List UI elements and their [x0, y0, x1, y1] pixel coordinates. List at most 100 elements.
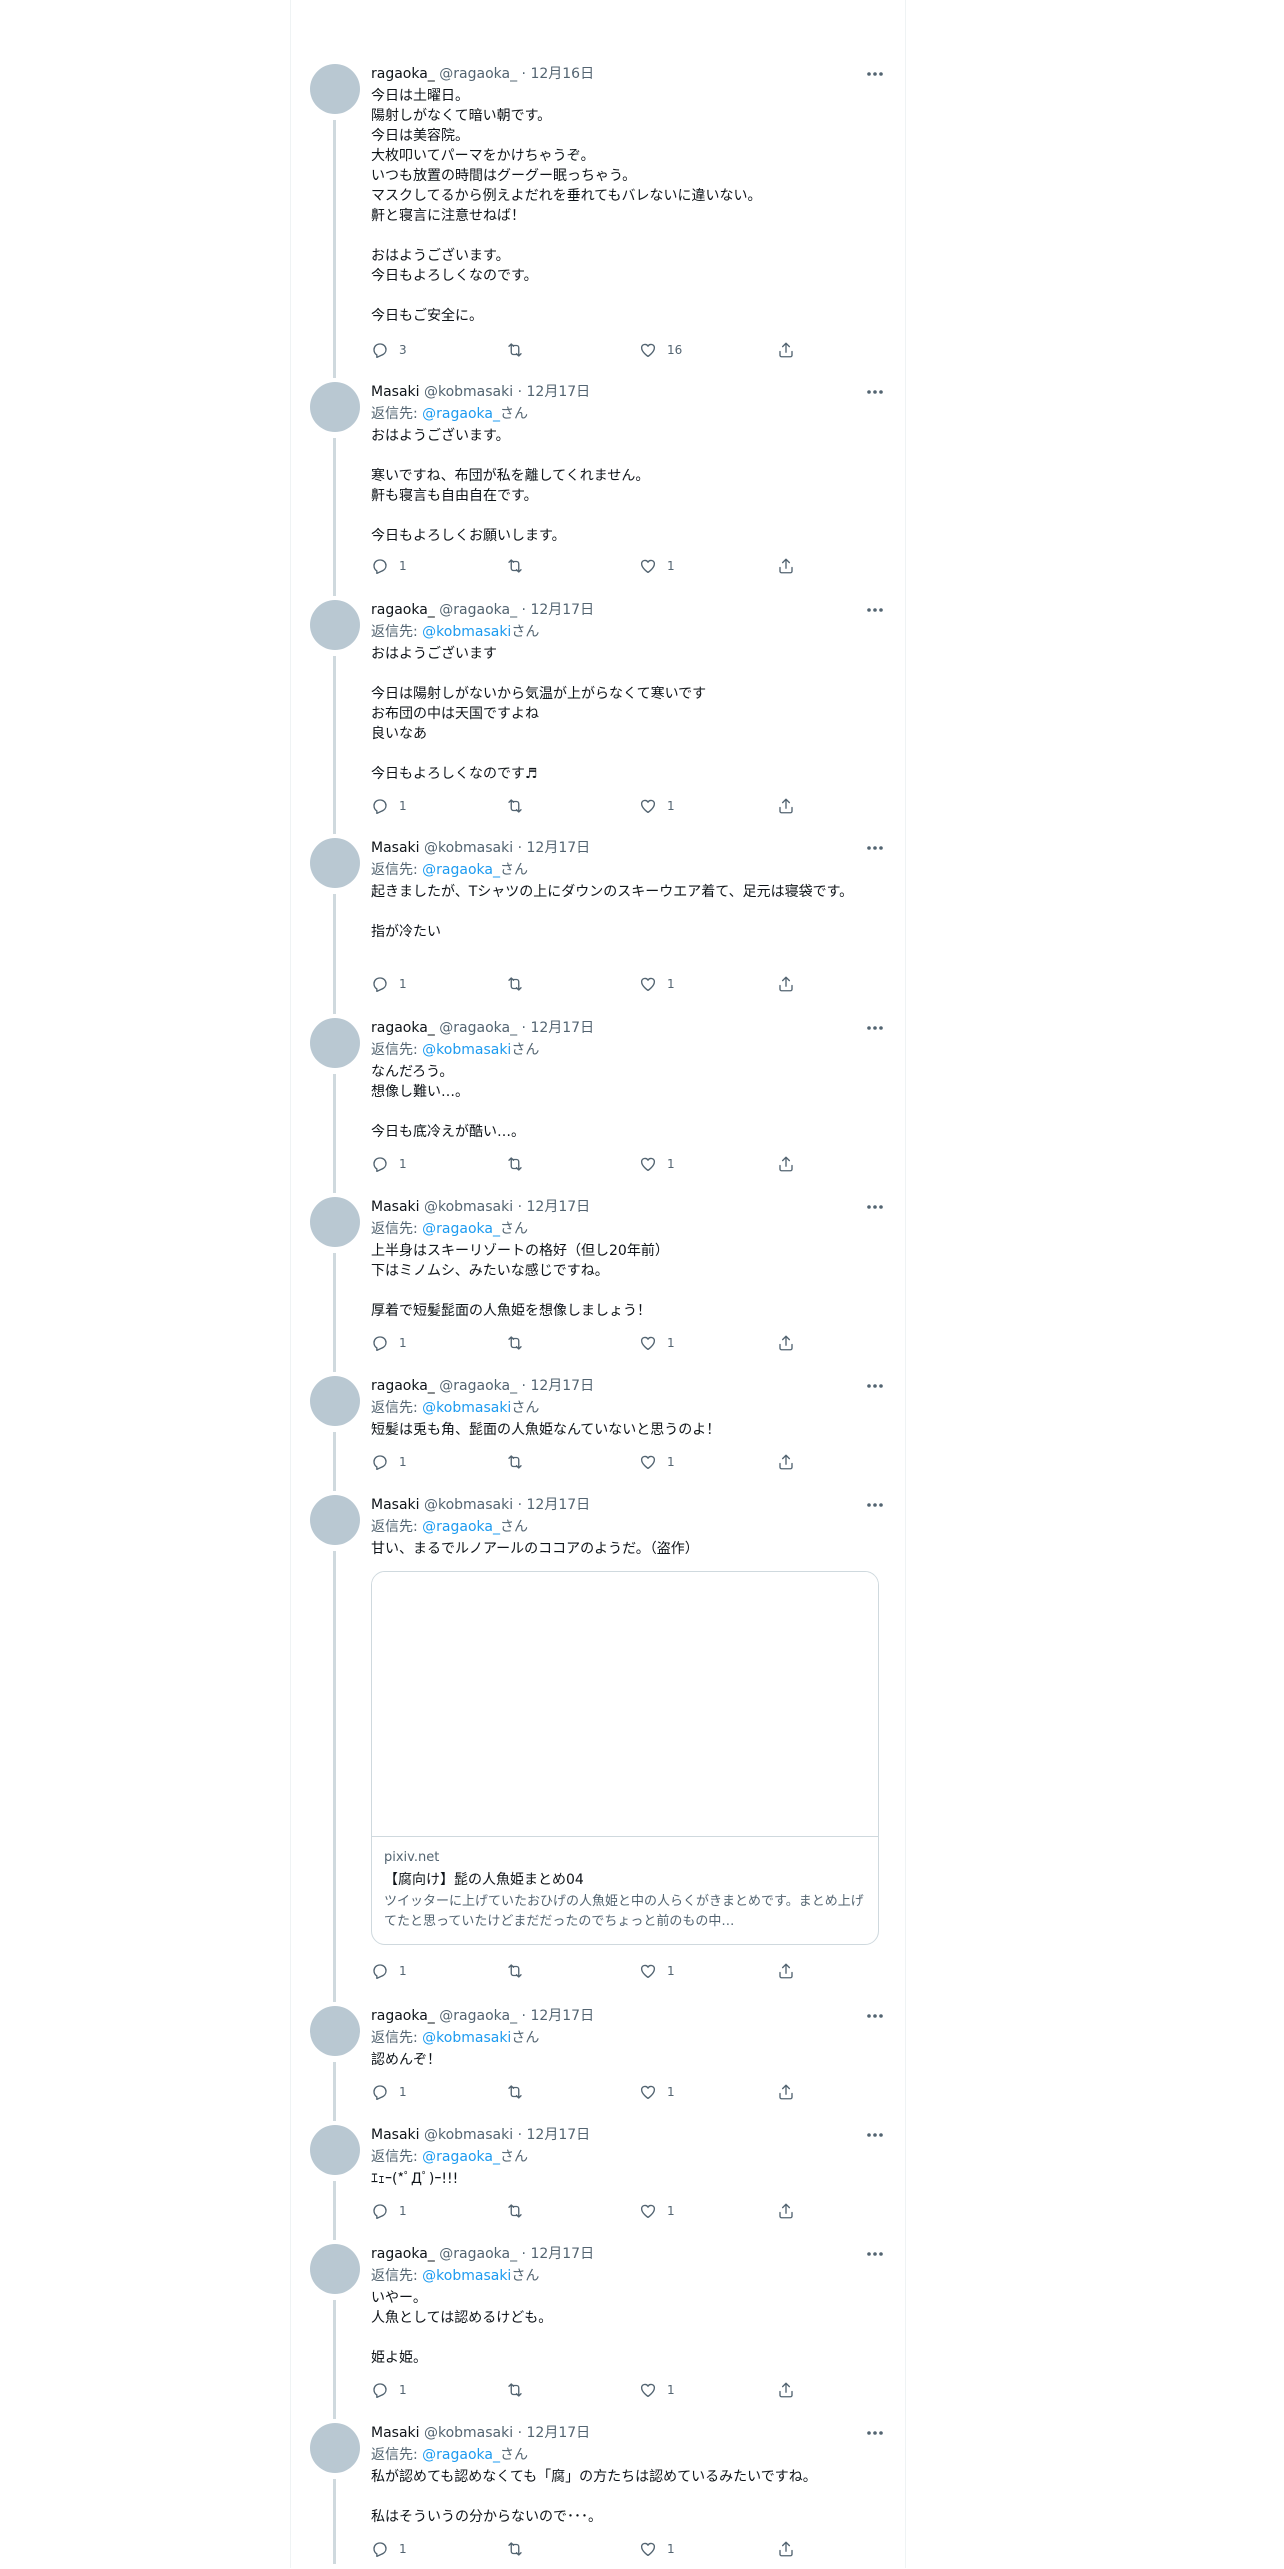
share-icon[interactable]: [777, 1962, 795, 1980]
more-icon[interactable]: [863, 1199, 887, 1215]
tweet-date[interactable]: 12月17日: [527, 840, 591, 856]
author-handle[interactable]: @kobmasaki: [424, 840, 513, 856]
retweet-button[interactable]: [505, 2380, 525, 2400]
tweet[interactable]: ragaoka_ @ragaoka_ · 12月17日 返信先: @kobmasa…: [291, 1376, 907, 1495]
retweet-icon[interactable]: [505, 1962, 525, 1980]
share-button[interactable]: [777, 974, 795, 994]
heart-icon[interactable]: [639, 797, 657, 815]
retweet-button[interactable]: [505, 974, 525, 994]
author-name[interactable]: Masaki: [371, 2425, 420, 2441]
like-button[interactable]: 1: [639, 2082, 675, 2102]
reply-icon[interactable]: [371, 341, 389, 359]
reply-button[interactable]: 3: [371, 340, 407, 360]
avatar[interactable]: [310, 1495, 360, 1545]
retweet-icon[interactable]: [505, 557, 525, 575]
tweet-date[interactable]: 12月17日: [527, 1199, 591, 1215]
like-button[interactable]: 1: [639, 1961, 675, 1981]
reply-button[interactable]: 1: [371, 796, 407, 816]
tweet[interactable]: Masaki @kobmasaki · 12月17日 返信先: @ragaoka_…: [291, 1495, 907, 2006]
reply-icon[interactable]: [371, 557, 389, 575]
retweet-button[interactable]: [505, 1961, 525, 1981]
reply-to-handle-link[interactable]: @kobmasaki: [422, 624, 511, 640]
reply-to-handle-link[interactable]: @kobmasaki: [422, 1400, 511, 1416]
avatar[interactable]: [310, 2125, 360, 2175]
reply-to-handle-link[interactable]: @kobmasaki: [422, 2030, 511, 2046]
retweet-button[interactable]: [505, 340, 525, 360]
share-icon[interactable]: [777, 557, 795, 575]
author-name[interactable]: ragaoka_: [371, 1378, 435, 1394]
reply-to-handle-link[interactable]: @kobmasaki: [422, 2268, 511, 2284]
author-handle[interactable]: @ragaoka_: [439, 2008, 517, 2024]
reply-button[interactable]: 1: [371, 974, 407, 994]
share-icon[interactable]: [777, 341, 795, 359]
tweet[interactable]: Masaki @kobmasaki · 12月17日 返信先: @ragaoka_…: [291, 1197, 907, 1376]
share-button[interactable]: [777, 2082, 795, 2102]
share-button[interactable]: [777, 1154, 795, 1174]
share-icon[interactable]: [777, 2083, 795, 2101]
retweet-button[interactable]: [505, 796, 525, 816]
reply-button[interactable]: 1: [371, 556, 407, 576]
reply-button[interactable]: 1: [371, 2082, 407, 2102]
reply-icon[interactable]: [371, 2202, 389, 2220]
reply-icon[interactable]: [371, 2381, 389, 2399]
share-button[interactable]: [777, 556, 795, 576]
share-button[interactable]: [777, 2539, 795, 2559]
share-button[interactable]: [777, 796, 795, 816]
heart-icon[interactable]: [639, 557, 657, 575]
share-icon[interactable]: [777, 975, 795, 993]
more-icon[interactable]: [863, 2127, 887, 2143]
share-button[interactable]: [777, 2201, 795, 2221]
share-icon[interactable]: [777, 1155, 795, 1173]
more-icon[interactable]: [863, 1497, 887, 1513]
tweet[interactable]: ragaoka_ @ragaoka_ · 12月17日 返信先: @kobmasa…: [291, 2006, 907, 2125]
card-image[interactable]: [372, 1572, 878, 1837]
author-name[interactable]: ragaoka_: [371, 66, 435, 82]
heart-icon[interactable]: [639, 1962, 657, 1980]
author-handle[interactable]: @kobmasaki: [424, 2127, 513, 2143]
more-icon[interactable]: [863, 840, 887, 856]
like-button[interactable]: 1: [639, 2380, 675, 2400]
like-button[interactable]: 1: [639, 2201, 675, 2221]
author-handle[interactable]: @ragaoka_: [439, 602, 517, 618]
like-button[interactable]: 1: [639, 1154, 675, 1174]
author-name[interactable]: Masaki: [371, 840, 420, 856]
author-handle[interactable]: @kobmasaki: [424, 1497, 513, 1513]
tweet-date[interactable]: 12月17日: [530, 2246, 594, 2262]
heart-icon[interactable]: [639, 1453, 657, 1471]
reply-to-handle-link[interactable]: @ragaoka_: [422, 862, 500, 878]
avatar[interactable]: [310, 600, 360, 650]
reply-button[interactable]: 1: [371, 1154, 407, 1174]
heart-icon[interactable]: [639, 2381, 657, 2399]
reply-to-handle-link[interactable]: @ragaoka_: [422, 1519, 500, 1535]
author-handle[interactable]: @kobmasaki: [424, 384, 513, 400]
author-handle[interactable]: @ragaoka_: [439, 2246, 517, 2262]
tweet-date[interactable]: 12月17日: [530, 2008, 594, 2024]
author-handle[interactable]: @ragaoka_: [439, 1020, 517, 1036]
author-name[interactable]: Masaki: [371, 1497, 420, 1513]
more-icon[interactable]: [863, 1378, 887, 1394]
avatar[interactable]: [310, 2423, 360, 2473]
reply-button[interactable]: 1: [371, 2380, 407, 2400]
avatar[interactable]: [310, 838, 360, 888]
share-button[interactable]: [777, 1961, 795, 1981]
retweet-icon[interactable]: [505, 1453, 525, 1471]
retweet-icon[interactable]: [505, 975, 525, 993]
like-button[interactable]: 1: [639, 796, 675, 816]
author-name[interactable]: Masaki: [371, 1199, 420, 1215]
like-button[interactable]: 16: [639, 340, 682, 360]
avatar[interactable]: [310, 2006, 360, 2056]
heart-icon[interactable]: [639, 2202, 657, 2220]
more-icon[interactable]: [863, 2008, 887, 2024]
avatar[interactable]: [310, 1197, 360, 1247]
reply-icon[interactable]: [371, 2540, 389, 2558]
reply-icon[interactable]: [371, 975, 389, 993]
tweet-date[interactable]: 12月17日: [530, 1020, 594, 1036]
reply-icon[interactable]: [371, 1334, 389, 1352]
like-button[interactable]: 1: [639, 1333, 675, 1353]
reply-icon[interactable]: [371, 1155, 389, 1173]
retweet-icon[interactable]: [505, 2083, 525, 2101]
retweet-icon[interactable]: [505, 2202, 525, 2220]
share-icon[interactable]: [777, 2202, 795, 2220]
retweet-button[interactable]: [505, 1452, 525, 1472]
tweet[interactable]: ragaoka_ @ragaoka_ · 12月17日 返信先: @kobmasa…: [291, 2244, 907, 2423]
